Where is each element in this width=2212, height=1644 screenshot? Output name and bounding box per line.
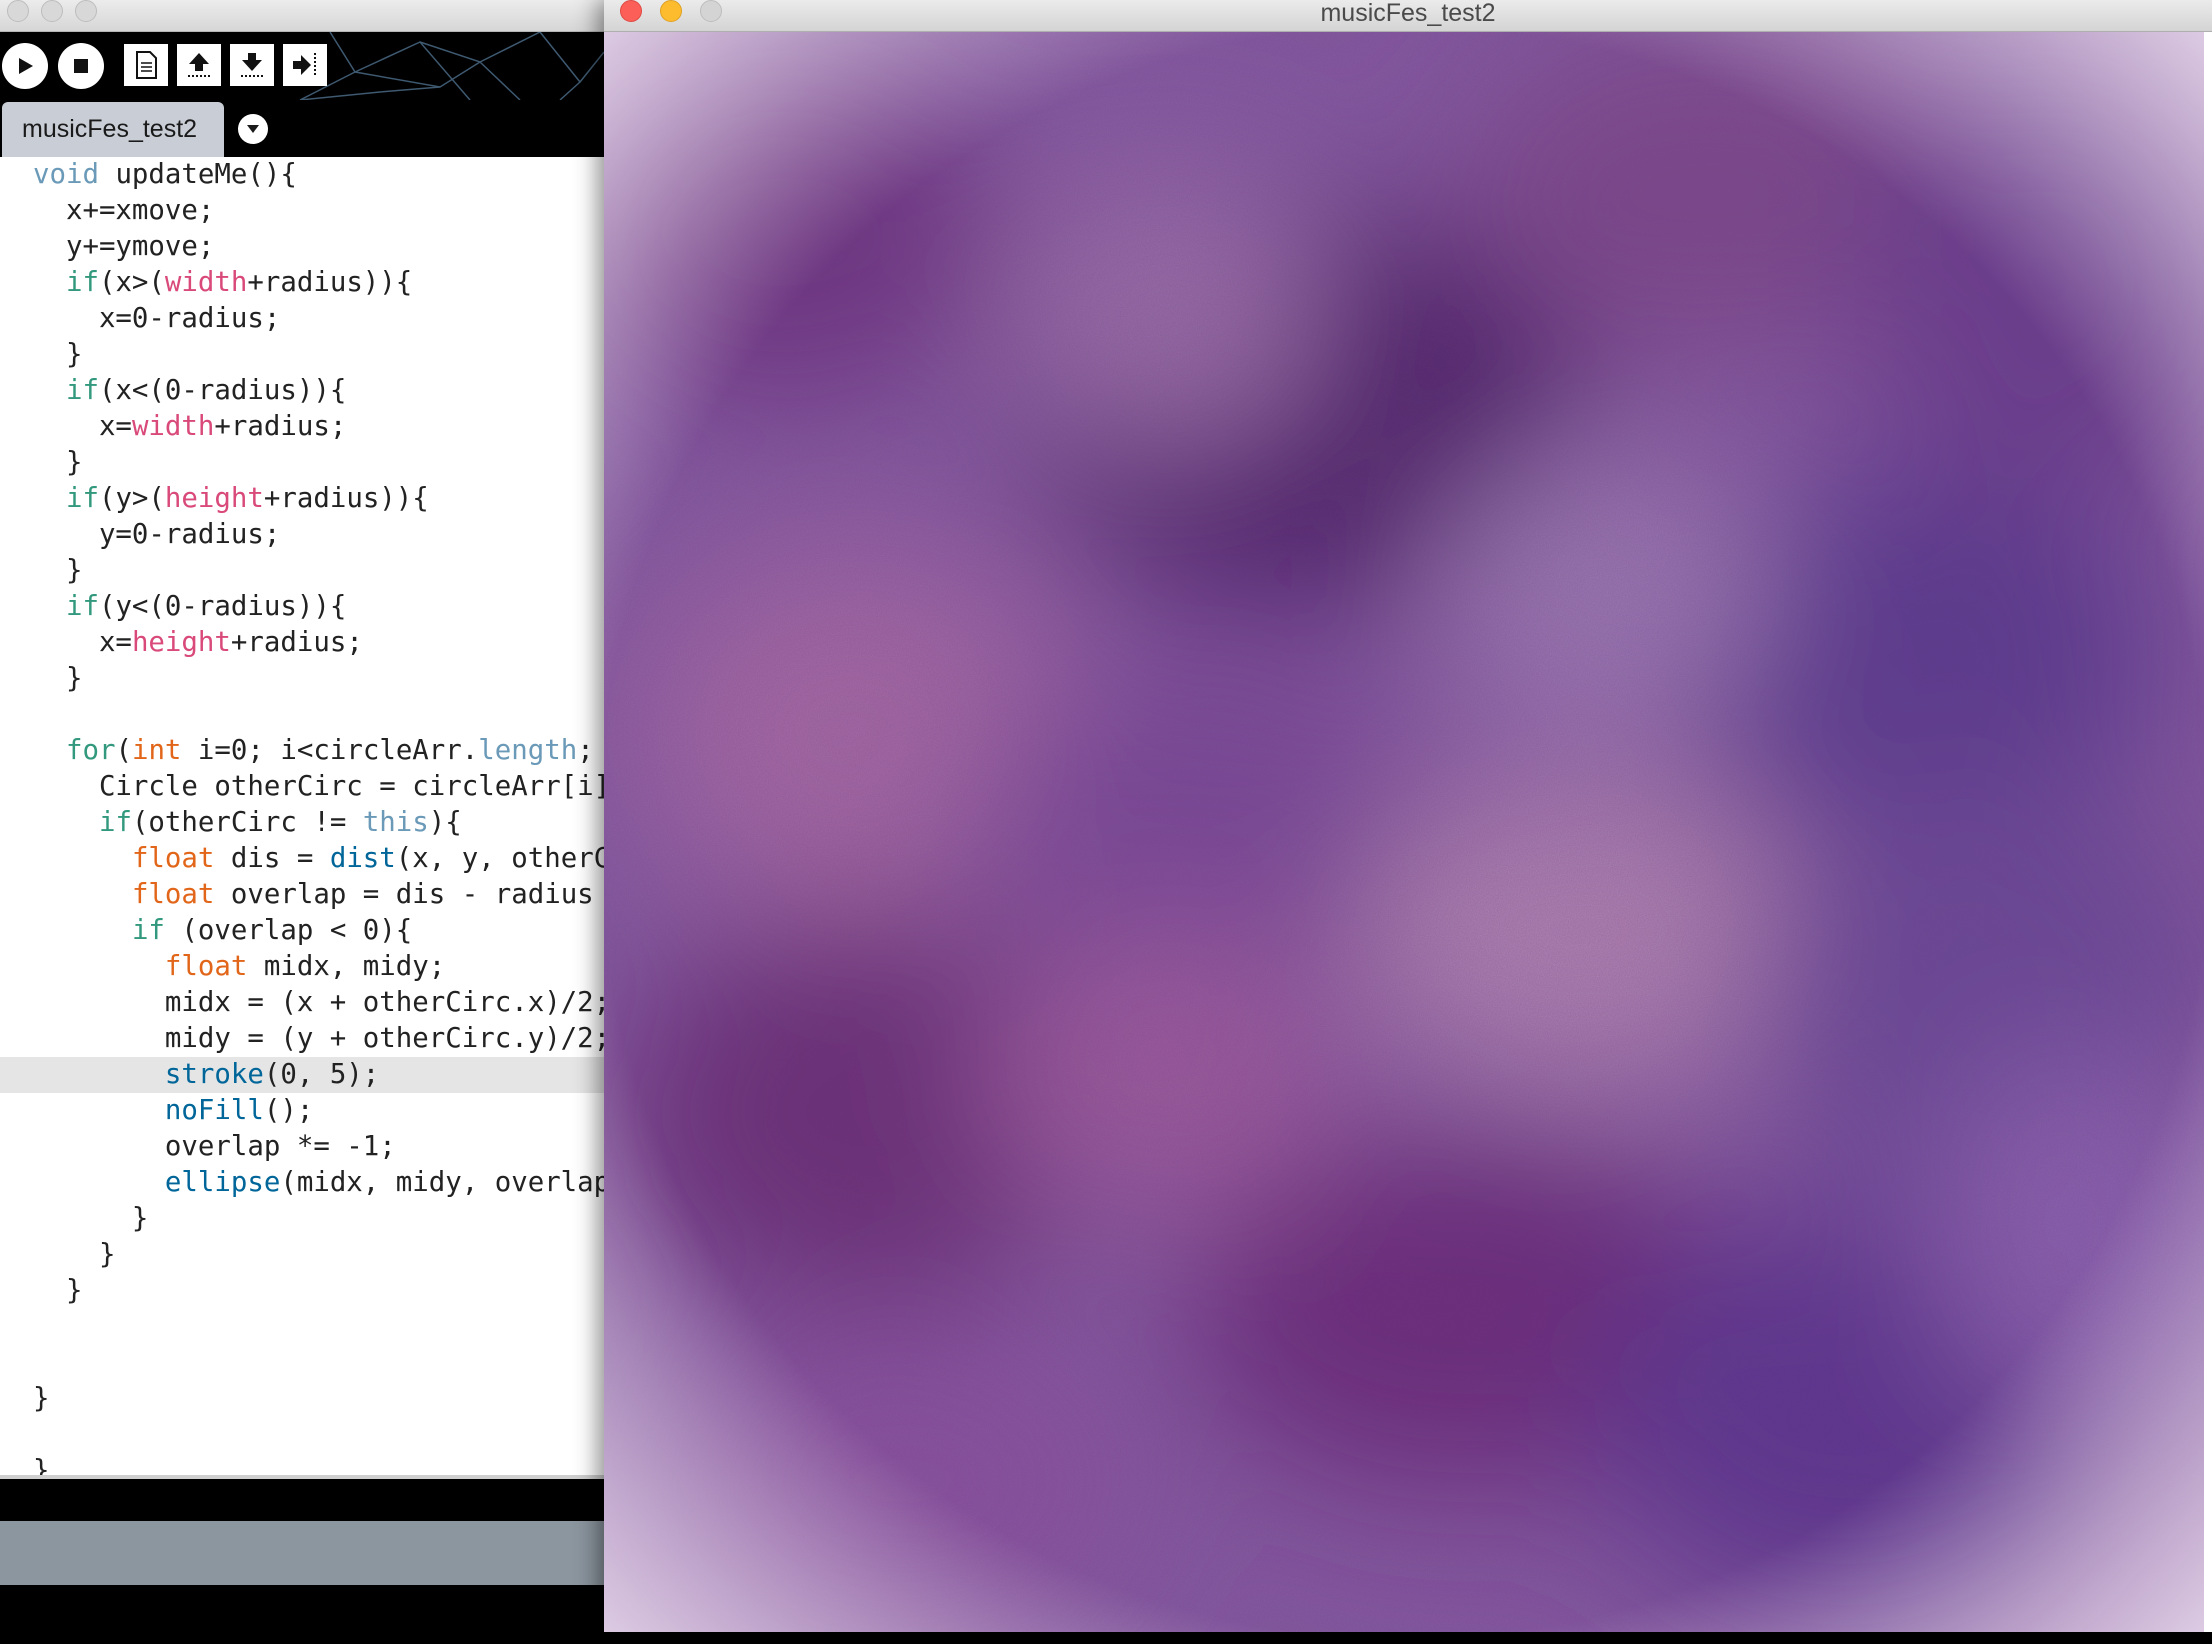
sketch-close-button[interactable] (620, 0, 642, 22)
code-line[interactable]: midy = (y + otherCirc.y)/2; (0, 1021, 604, 1057)
code-editor[interactable]: void updateMe(){ x+=xmove; y+=ymove; if(… (0, 157, 604, 1475)
new-sketch-button[interactable] (124, 44, 168, 86)
code-line[interactable]: if(y<(0-radius)){ (0, 589, 604, 625)
code-line[interactable]: midx = (x + otherCirc.x)/2; (0, 985, 604, 1021)
code-line[interactable]: if(otherCirc != this){ (0, 805, 604, 841)
code-line[interactable]: } (0, 337, 604, 373)
console-area (0, 1585, 604, 1644)
code-line[interactable]: } (0, 1201, 604, 1237)
code-line[interactable]: if(y>(height+radius)){ (0, 481, 604, 517)
run-button[interactable] (2, 43, 48, 89)
code-line[interactable]: } (0, 1381, 604, 1417)
code-line[interactable]: float midx, midy; (0, 949, 604, 985)
sketch-output-image (604, 32, 2204, 1632)
run-icon (19, 58, 33, 74)
console-header (0, 1521, 604, 1585)
sketch-window-edge (2204, 32, 2212, 1632)
sketch-window: musicFes_test2 (604, 0, 2212, 1632)
code-line[interactable] (0, 1345, 604, 1381)
code-line[interactable]: x+=xmove; (0, 193, 604, 229)
code-line[interactable]: void updateMe(){ (0, 157, 604, 193)
sketch-zoom-button[interactable] (700, 0, 722, 22)
code-line[interactable]: x=0-radius; (0, 301, 604, 337)
code-line[interactable]: float overlap = dis - radius - (0, 877, 604, 913)
code-line[interactable]: if(x<(0-radius)){ (0, 373, 604, 409)
code-line[interactable]: } (0, 553, 604, 589)
export-icon (293, 53, 316, 77)
code-text[interactable]: void updateMe(){ x+=xmove; y+=ymove; if(… (0, 157, 604, 1475)
open-button[interactable] (177, 44, 221, 86)
code-line[interactable]: stroke(0, 5); (0, 1057, 604, 1093)
code-line[interactable]: } (0, 445, 604, 481)
code-line[interactable]: noFill(); (0, 1093, 604, 1129)
code-line[interactable] (0, 1309, 604, 1345)
sketch-canvas[interactable] (604, 32, 2204, 1632)
ide-toolbar (0, 32, 604, 100)
code-line[interactable]: } (0, 1453, 604, 1475)
editor-horizontal-scrollbar[interactable] (0, 1475, 604, 1479)
save-button[interactable] (230, 44, 274, 86)
code-line[interactable]: if(x>(width+radius)){ (0, 265, 604, 301)
stop-button[interactable] (58, 43, 104, 89)
stop-icon (74, 59, 88, 73)
ide-zoom-button[interactable] (75, 0, 97, 22)
new-sketch-icon (136, 51, 157, 79)
code-line[interactable]: } (0, 1273, 604, 1309)
chevron-down-icon (247, 125, 259, 133)
save-icon (241, 53, 263, 77)
export-button[interactable] (283, 44, 327, 86)
code-line[interactable]: if (overlap < 0){ (0, 913, 604, 949)
code-line[interactable] (0, 697, 604, 733)
sketch-minimize-button[interactable] (660, 0, 682, 22)
open-icon (188, 53, 210, 77)
ide-tabbar: musicFes_test2 (0, 100, 604, 157)
code-line[interactable] (0, 1417, 604, 1453)
code-line[interactable]: ellipse(midx, midy, overlap, (0, 1165, 604, 1201)
code-line[interactable]: float dis = dist(x, y, otherCi (0, 841, 604, 877)
code-line[interactable]: y=0-radius; (0, 517, 604, 553)
code-line[interactable]: } (0, 661, 604, 697)
code-line[interactable]: y+=ymove; (0, 229, 604, 265)
ide-close-button[interactable] (7, 0, 29, 22)
code-line[interactable]: Circle otherCirc = circleArr[i]; (0, 769, 604, 805)
code-line[interactable]: for(int i=0; i<circleArr.length; i (0, 733, 604, 769)
tab-menu-button[interactable] (238, 114, 268, 144)
code-line[interactable]: x=width+radius; (0, 409, 604, 445)
code-line[interactable]: } (0, 1237, 604, 1273)
code-line[interactable]: overlap *= -1; (0, 1129, 604, 1165)
sketch-window-title: musicFes_test2 (1320, 0, 1496, 27)
ide-minimize-button[interactable] (41, 0, 63, 22)
sketch-titlebar: musicFes_test2 (604, 0, 2212, 32)
code-line[interactable]: x=height+radius; (0, 625, 604, 661)
tab-musicfes-test2[interactable]: musicFes_test2 (2, 102, 224, 157)
